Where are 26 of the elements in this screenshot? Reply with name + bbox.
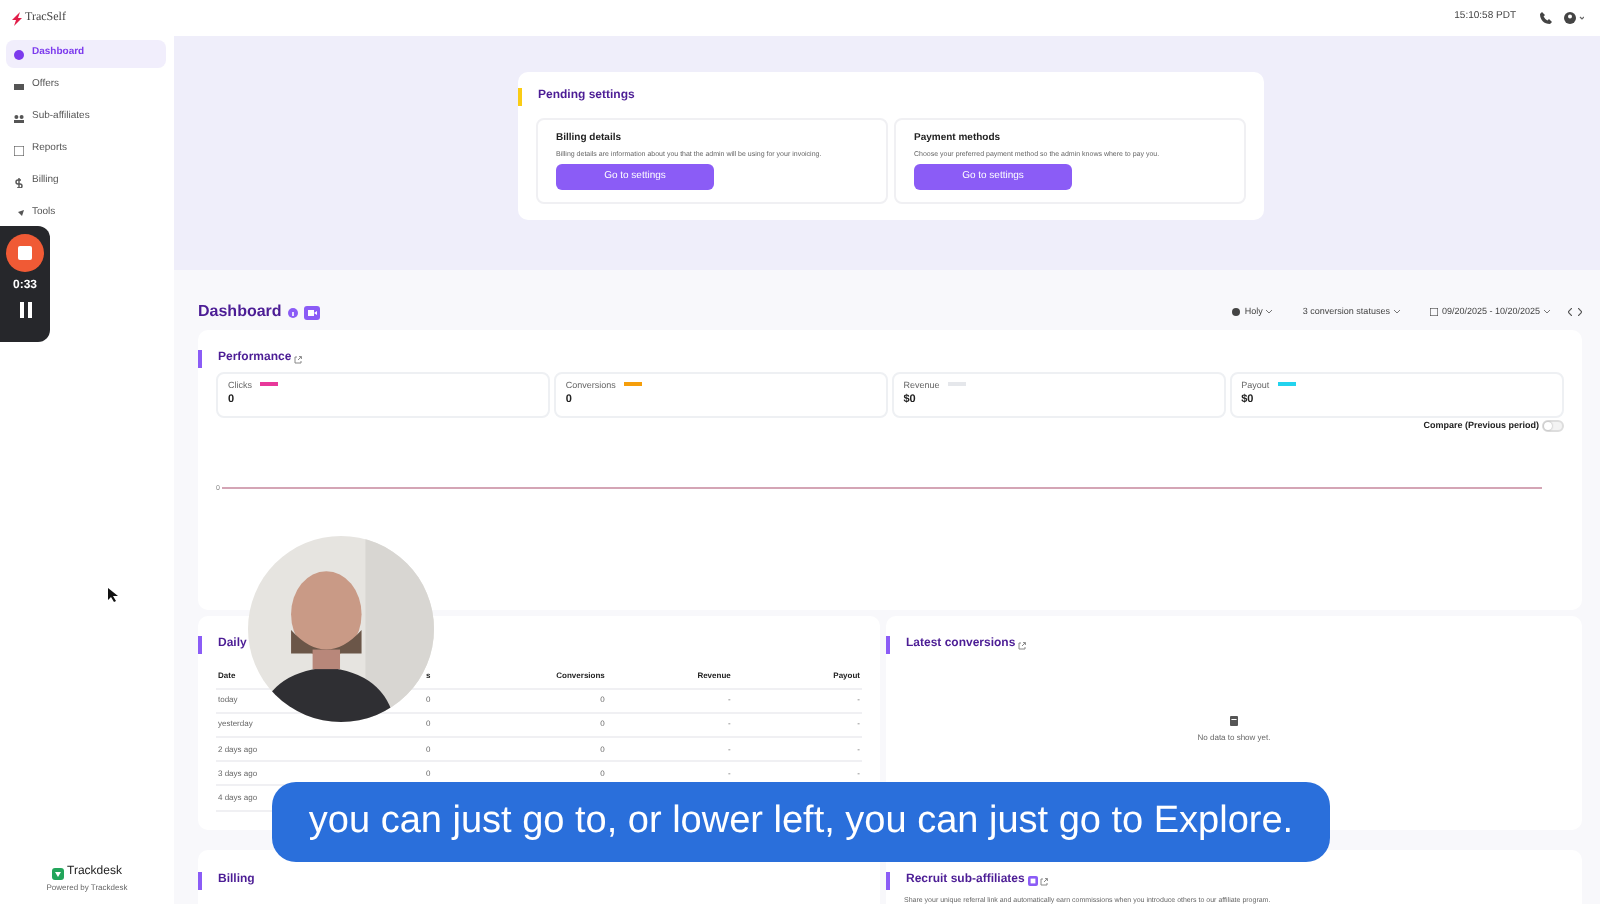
- trackdesk-logo-icon: [52, 867, 65, 879]
- page-title: Dashboard: [198, 300, 282, 324]
- external-link-icon[interactable]: [294, 355, 303, 363]
- user-icon[interactable]: [1564, 12, 1584, 24]
- nav-icon: [14, 113, 24, 123]
- video-icon[interactable]: [303, 305, 320, 319]
- logo-icon: [12, 11, 22, 25]
- compare-toggle[interactable]: [1542, 420, 1564, 433]
- external-link-icon[interactable]: [1040, 877, 1049, 885]
- globe-icon: [1232, 308, 1241, 316]
- nav-icon: [14, 209, 24, 219]
- nav-icon: [14, 177, 24, 187]
- nav-icon: [14, 49, 24, 59]
- stop-icon: [18, 246, 32, 260]
- external-link-icon[interactable]: [1018, 641, 1027, 649]
- nav-icon: [14, 81, 24, 91]
- info-icon[interactable]: [287, 307, 298, 317]
- stop-button[interactable]: [6, 234, 44, 272]
- pause-icon[interactable]: [19, 302, 31, 318]
- video-icon[interactable]: [1027, 876, 1038, 886]
- calendar-icon: [1429, 308, 1438, 316]
- nav-icon: [14, 145, 24, 155]
- mouse-cursor-icon: [108, 588, 118, 602]
- caption: you can just go to, or lower left, you can just go to Explore.: [272, 782, 1330, 862]
- phone-icon[interactable]: [1540, 12, 1552, 24]
- empty-box-icon: [1230, 715, 1238, 726]
